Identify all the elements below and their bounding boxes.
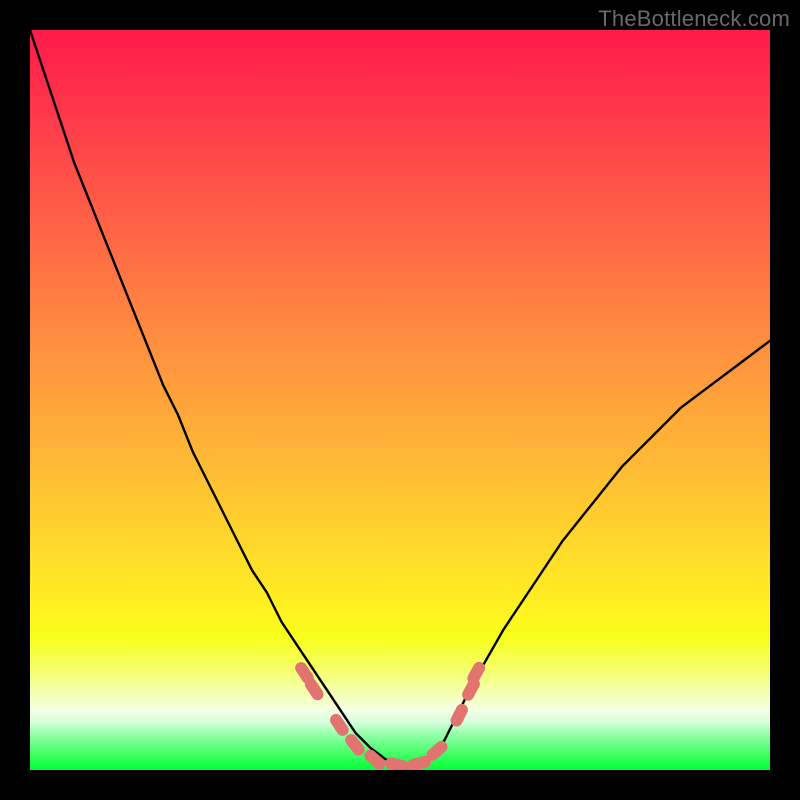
curve-marker	[384, 756, 410, 770]
bottleneck-curve	[30, 30, 770, 766]
curve-marker	[328, 712, 351, 739]
marker-group	[293, 660, 487, 770]
curve-layer	[30, 30, 770, 770]
watermark-text: TheBottleneck.com	[598, 6, 790, 32]
chart-frame: TheBottleneck.com	[0, 0, 800, 800]
plot-area	[30, 30, 770, 770]
curve-marker	[343, 732, 367, 758]
